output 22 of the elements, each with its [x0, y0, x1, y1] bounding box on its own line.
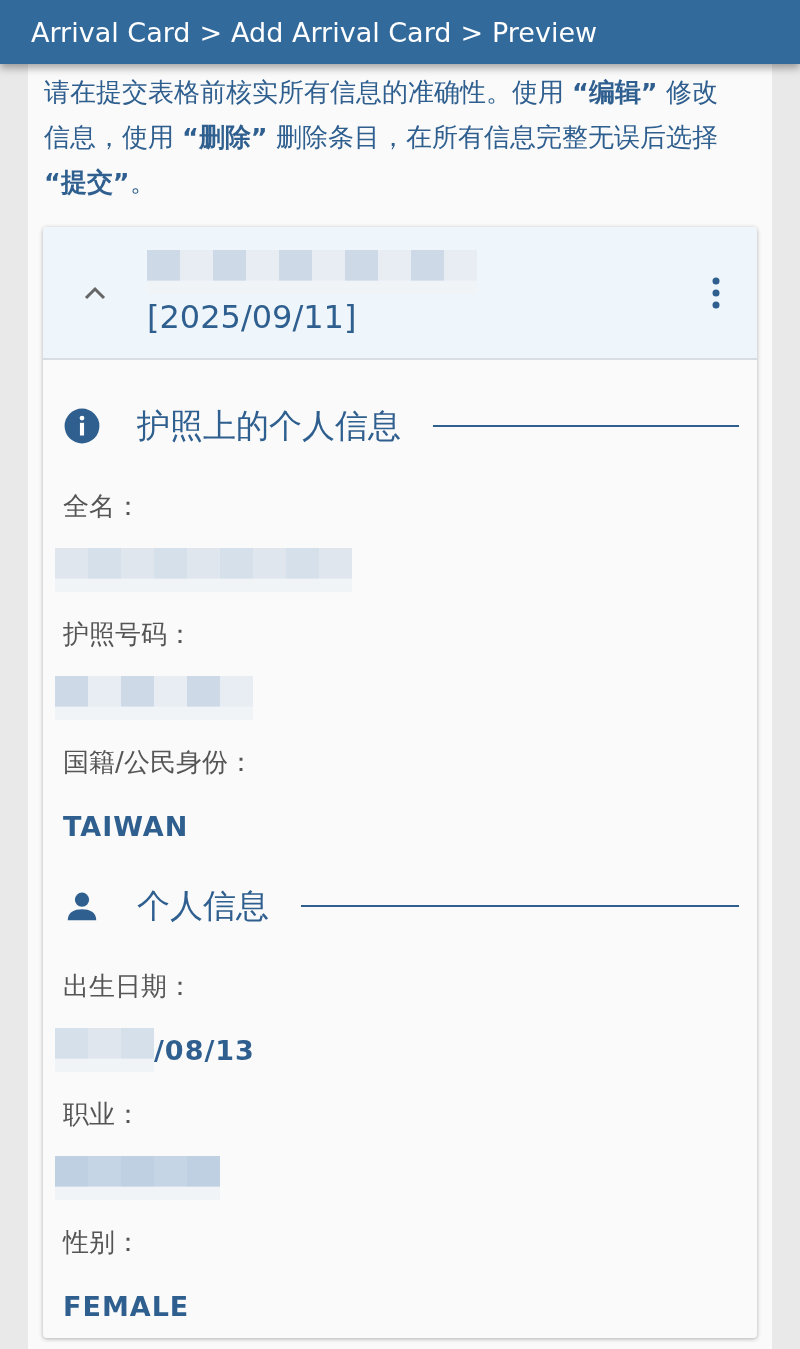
info-icon [63, 407, 101, 445]
section-title: 护照上的个人信息 [137, 404, 401, 447]
breadcrumb-item: Preview [492, 16, 598, 48]
field-value: FEMALE [62, 1290, 190, 1322]
card-header[interactable]: [2025/09/11] [43, 227, 757, 360]
more-options-icon[interactable] [711, 276, 721, 309]
field-label: 性别： [63, 1226, 142, 1259]
field-label: 出生日期： [63, 970, 194, 1003]
field-label: 全名： [63, 490, 142, 523]
card-date: [2025/09/11] [147, 297, 358, 336]
field-label: 职业： [63, 1098, 142, 1131]
breadcrumb-item[interactable]: Arrival Card [31, 16, 191, 48]
section-title: 个人信息 [137, 884, 269, 927]
breadcrumb-item[interactable]: Add Arrival Card [231, 16, 452, 48]
field-value: /08/13 [154, 1034, 255, 1066]
instruction-text: 请在提交表格前核实所有信息的准确性。使用 “编辑” 修改信息，使用 “删除” 删除条目，在所有信息完整无误后选择 “提交”。 [44, 76, 719, 199]
field-value: TAIWAN [62, 810, 189, 842]
chevron-up-icon[interactable] [83, 284, 107, 301]
breadcrumb-separator: > [199, 16, 223, 48]
field-label: 护照号码： [63, 618, 194, 651]
field-label: 国籍/公民身份： [63, 746, 255, 779]
breadcrumb-separator: > [460, 16, 484, 48]
